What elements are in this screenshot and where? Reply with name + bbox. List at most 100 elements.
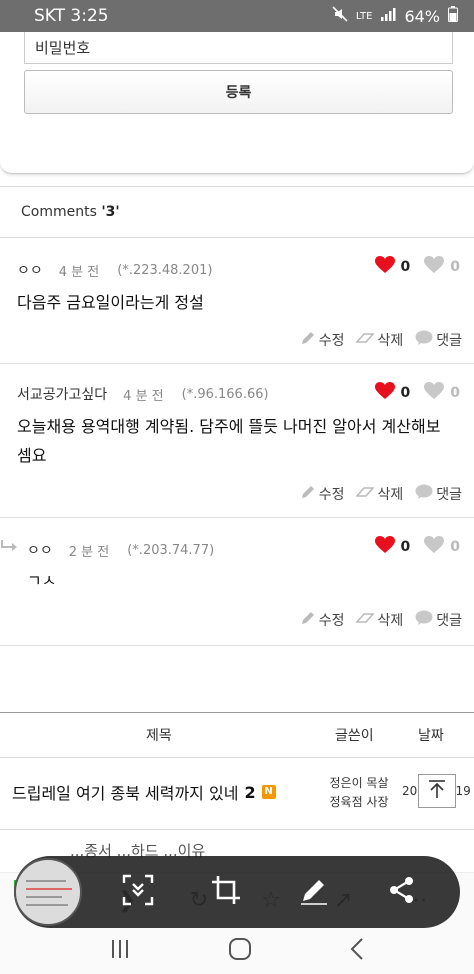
page-content: 비밀번호 등록 Comments '3' ㅇㅇ 4 분 전 (*.223.48.… [0,32,474,928]
register-button[interactable]: 등록 [24,70,453,114]
comment-votes: 0 0 [374,536,460,558]
comment-time: 4 분 전 [58,264,100,280]
back-button[interactable] [349,937,365,965]
comments-header: Comments '3' [0,186,474,238]
comment-ip: (*.223.48.201) [117,262,213,278]
like-count: 0 [400,385,411,401]
signal-icon [380,7,396,25]
heart-icon[interactable] [374,382,395,404]
thumb-line [26,904,68,906]
edit-label: 수정 [318,333,345,349]
column-date: 날짜 [418,728,444,744]
comment-votes: 0 0 [374,256,460,278]
eraser-icon [355,611,376,629]
delete-button[interactable]: 삭제 [355,330,404,350]
comment-text: 다음주 금요일이라는게 정설 [17,293,204,312]
comment-author[interactable]: ㅇㅇ [17,260,43,280]
clock: 3:25 [70,6,109,26]
speech-bubble-icon [415,484,433,504]
post-author[interactable]: 정은이 목살 정육점 사장 [325,774,393,812]
heart-outline-icon[interactable] [424,382,445,404]
network-type: LTE [355,10,373,22]
new-badge: N [261,785,276,799]
heart-outline-icon[interactable] [424,536,445,558]
comment-actions: 수정 삭제 댓글 [300,610,462,630]
edit-label: 수정 [318,613,345,629]
comment-time: 2 분 전 [68,544,110,560]
password-input[interactable]: 비밀번호 [24,32,453,64]
delete-label: 삭제 [377,613,404,629]
thumb-line [26,880,66,882]
edit-label: 수정 [318,487,345,503]
status-carrier: SKT 3:25 [34,6,332,26]
post-title-text[interactable]: 드립레일 여기 종북 세력까지 있네 [12,780,238,804]
back-to-top-button[interactable] [418,774,456,808]
delete-button[interactable]: 삭제 [355,484,404,504]
share-button[interactable] [386,876,418,908]
mute-icon [332,6,348,26]
dislike-count: 0 [450,539,460,555]
comment-author[interactable]: 서교공가고싶다 [17,384,107,404]
comment-meta: ㅇㅇ 2 분 전 (*.203.74.77) [27,540,214,560]
speech-bubble-icon [415,610,433,630]
edit-button[interactable]: 수정 [300,610,345,630]
crop-button[interactable] [210,876,242,908]
comment-votes: 0 0 [374,382,460,404]
comment-author[interactable]: ㅇㅇ [27,540,53,560]
comment-meta: 서교공가고싶다 4 분 전 (*.96.166.66) [17,384,269,404]
comment-ip: (*.96.166.66) [181,386,269,402]
column-author: 글쓴이 [335,728,374,744]
status-bar: SKT 3:25 LTE 64% [0,0,474,32]
comment-item: ㅇㅇ 4 분 전 (*.223.48.201) 0 0 다음주 금요일이라는게 … [0,238,474,364]
board-list-header: 제목 글쓴이 날짜 [0,712,474,758]
reply-label: 댓글 [436,333,462,349]
post-title[interactable]: 드립레일 여기 종북 세력까지 있네 2 N [12,780,276,804]
heart-icon[interactable] [374,256,395,278]
home-icon [228,938,252,965]
draw-button[interactable] [298,876,330,908]
speech-bubble-icon [415,330,433,350]
scroll-capture-button[interactable] [122,874,154,910]
comments-heading: Comments [21,204,97,220]
delete-button[interactable]: 삭제 [355,610,404,630]
comment-item: 서교공가고싶다 4 분 전 (*.96.166.66) 0 0 오늘채용 용역대… [0,364,474,518]
draw-icon [299,875,329,909]
password-placeholder: 비밀번호 [35,39,91,57]
reply-label: 댓글 [436,487,462,503]
comment-actions: 수정 삭제 댓글 [300,330,462,350]
crop-icon [211,875,241,909]
back-icon [349,938,365,965]
comment-form: 비밀번호 등록 [0,32,474,174]
heart-icon[interactable] [374,536,395,558]
reply-button[interactable]: 댓글 [415,484,462,504]
scroll-capture-icon [122,874,154,910]
comments-count: '3' [101,204,120,220]
like-count: 0 [400,259,411,275]
delete-label: 삭제 [377,333,404,349]
post-comment-count: 2 [244,782,256,802]
delete-label: 삭제 [377,487,404,503]
home-button[interactable] [228,937,252,965]
table-row[interactable]: 드립레일 여기 종북 세력까지 있네 2 N 정은이 목살 정육점 사장 201… [0,758,474,830]
heart-outline-icon[interactable] [424,256,445,278]
reply-button[interactable]: 댓글 [415,610,462,630]
battery-icon [448,6,458,26]
battery-percent: 64% [404,6,440,26]
comment-item: ㅇㅇ 2 분 전 (*.203.74.77) 0 0 ㄱㅅ 수정 삭제 댓글 [0,518,474,646]
thumb-line [26,888,72,890]
reply-button[interactable]: 댓글 [415,330,462,350]
comment-ip: (*.203.74.77) [127,542,215,558]
eraser-icon [355,485,376,503]
reply-arrow-icon [0,538,18,557]
edit-button[interactable]: 수정 [300,484,345,504]
dislike-count: 0 [450,385,460,401]
recent-apps-button[interactable] [109,938,131,964]
capture-thumbnail[interactable] [14,858,82,926]
dislike-count: 0 [450,259,460,275]
recent-apps-icon [109,940,131,964]
comment-actions: 수정 삭제 댓글 [300,484,462,504]
carrier-label: SKT [34,6,66,26]
reply-label: 댓글 [436,613,462,629]
back-to-top-icon [426,778,448,804]
edit-button[interactable]: 수정 [300,330,345,350]
